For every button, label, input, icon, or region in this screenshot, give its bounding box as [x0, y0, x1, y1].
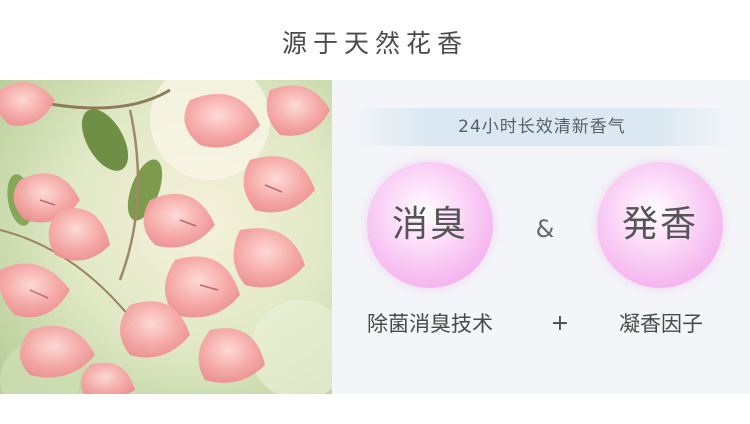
page-heading: 源于天然花香: [281, 29, 468, 58]
plus-symbol: +: [550, 311, 570, 336]
ampersand-symbol: &: [535, 215, 555, 243]
flower-illustration: [0, 80, 332, 394]
flower-photo: [0, 80, 332, 394]
fragrance-factor-caption: 凝香因子: [619, 312, 703, 336]
antibacterial-caption: 除菌消臭技术: [367, 312, 493, 336]
tagline: 24小时长效清新香气: [458, 117, 626, 137]
fragrance-label: 発香: [621, 204, 698, 245]
deodorize-orb: 消臭: [367, 162, 493, 288]
deodorize-label: 消臭: [391, 204, 468, 245]
fragrance-orb: 発香: [597, 162, 723, 288]
